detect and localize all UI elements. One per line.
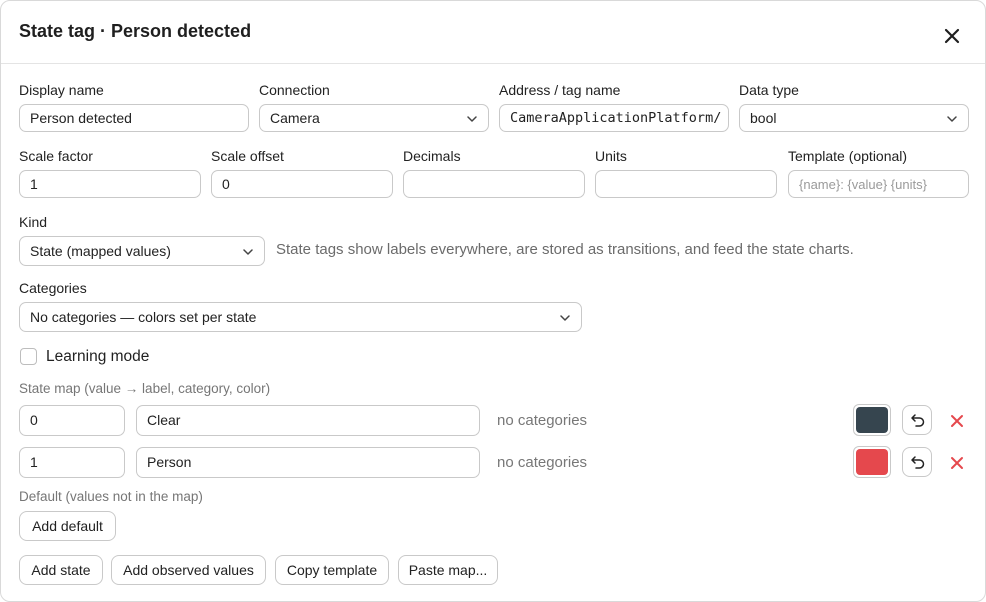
connection-value: Camera xyxy=(270,110,320,126)
close-button[interactable] xyxy=(941,25,963,47)
kind-select[interactable]: State (mapped values) xyxy=(19,236,265,266)
delete-icon[interactable] xyxy=(949,455,965,471)
delete-icon[interactable] xyxy=(949,413,965,429)
learning-mode-label[interactable]: Learning mode xyxy=(46,348,149,366)
display-name-label: Display name xyxy=(19,82,104,98)
connection-label: Connection xyxy=(259,82,330,98)
state-label-input[interactable]: Clear xyxy=(136,405,480,436)
color-fill xyxy=(856,449,888,475)
scale-offset-label: Scale offset xyxy=(211,148,284,164)
units-label: Units xyxy=(595,148,627,164)
kind-value: State (mapped values) xyxy=(30,243,171,259)
default-label: Default (values not in the map) xyxy=(19,489,203,504)
state-category: no categories xyxy=(497,454,588,471)
color-swatch[interactable] xyxy=(853,404,891,436)
scale-factor-input[interactable]: 1 xyxy=(19,170,201,198)
dialog-header: State tag · Person detected xyxy=(1,1,985,64)
reset-color-button[interactable] xyxy=(902,447,932,477)
undo-icon xyxy=(911,414,925,427)
connection-select[interactable]: Camera xyxy=(259,104,489,132)
add-observed-values-button[interactable]: Add observed values xyxy=(111,555,266,585)
categories-value: No categories — colors set per state xyxy=(30,309,257,325)
reset-color-button[interactable] xyxy=(902,405,932,435)
state-value-input[interactable]: 0 xyxy=(19,405,125,436)
scale-offset-input[interactable]: 0 xyxy=(211,170,393,198)
close-icon xyxy=(944,28,960,44)
state-value-input[interactable]: 1 xyxy=(19,447,125,478)
state-category: no categories xyxy=(497,412,588,429)
template-placeholder: {name}: {value} {units} xyxy=(799,177,927,192)
undo-icon xyxy=(911,456,925,469)
scale-factor-label: Scale factor xyxy=(19,148,93,164)
add-default-button[interactable]: Add default xyxy=(19,511,116,541)
copy-template-button[interactable]: Copy template xyxy=(275,555,389,585)
add-state-button[interactable]: Add state xyxy=(19,555,103,585)
data-type-value: bool xyxy=(750,110,777,126)
template-label: Template (optional) xyxy=(788,148,908,164)
tag-dialog: State tag · Person detected Display name… xyxy=(0,0,986,602)
template-input[interactable]: {name}: {value} {units} xyxy=(788,170,969,198)
kind-hint: State tags show labels everywhere, are s… xyxy=(276,241,854,258)
data-type-select[interactable]: bool xyxy=(739,104,969,132)
decimals-input[interactable] xyxy=(403,170,585,198)
color-swatch[interactable] xyxy=(853,446,891,478)
display-name-input[interactable]: Person detected xyxy=(19,104,249,132)
units-input[interactable] xyxy=(595,170,777,198)
address-input[interactable]: CameraApplicationPlatform/ xyxy=(499,104,729,132)
state-label-input[interactable]: Person xyxy=(136,447,480,478)
data-type-label: Data type xyxy=(739,82,799,98)
decimals-label: Decimals xyxy=(403,148,461,164)
learning-mode-checkbox[interactable] xyxy=(20,348,37,365)
paste-map-button[interactable]: Paste map... xyxy=(398,555,498,585)
categories-select[interactable]: No categories — colors set per state xyxy=(19,302,582,332)
chevron-down-icon xyxy=(243,249,253,255)
chevron-down-icon xyxy=(947,116,957,122)
kind-label: Kind xyxy=(19,214,48,230)
chevron-down-icon xyxy=(560,315,570,321)
chevron-down-icon xyxy=(467,116,477,122)
color-fill xyxy=(856,407,888,433)
state-map-label: State map (value → label, category, colo… xyxy=(19,381,271,396)
dialog-title: State tag · Person detected xyxy=(19,21,252,41)
categories-label: Categories xyxy=(19,280,87,296)
address-label: Address / tag name xyxy=(499,82,621,98)
